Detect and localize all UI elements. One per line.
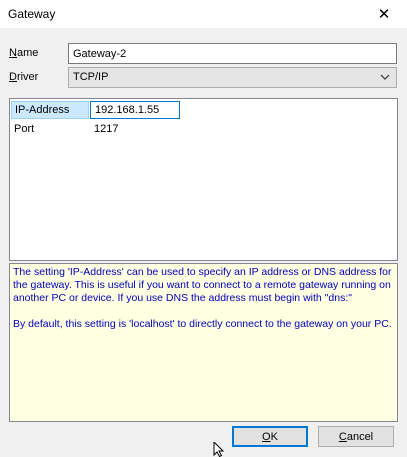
property-grid[interactable]: IP-Address Port 1217: [9, 98, 398, 261]
chevron-down-icon: [380, 74, 390, 80]
property-row-ip-address[interactable]: IP-Address: [11, 101, 396, 119]
mouse-pointer-icon: [213, 442, 225, 457]
help-paragraph: By default, this setting is 'localhost' …: [13, 318, 392, 330]
driver-select-value: TCP/IP: [73, 71, 109, 83]
driver-select[interactable]: TCP/IP: [68, 67, 397, 88]
help-paragraph: The setting 'IP-Address' can be used to …: [13, 266, 392, 304]
title-bar: Gateway ✕: [0, 0, 407, 28]
name-input[interactable]: [68, 43, 397, 64]
property-key: Port: [14, 123, 35, 135]
property-key: IP-Address: [11, 101, 89, 119]
property-row-port[interactable]: Port 1217: [11, 120, 396, 138]
driver-label: Driver: [9, 71, 39, 83]
property-value: 1217: [94, 123, 119, 135]
cancel-button[interactable]: Cancel: [318, 426, 394, 447]
window-title: Gateway: [8, 7, 56, 21]
name-label: Name: [9, 47, 39, 59]
ok-button[interactable]: OK: [232, 426, 308, 447]
property-value-input[interactable]: [90, 101, 180, 119]
help-description: The setting 'IP-Address' can be used to …: [9, 263, 398, 422]
close-button[interactable]: ✕: [361, 0, 407, 28]
close-icon: ✕: [377, 6, 391, 23]
